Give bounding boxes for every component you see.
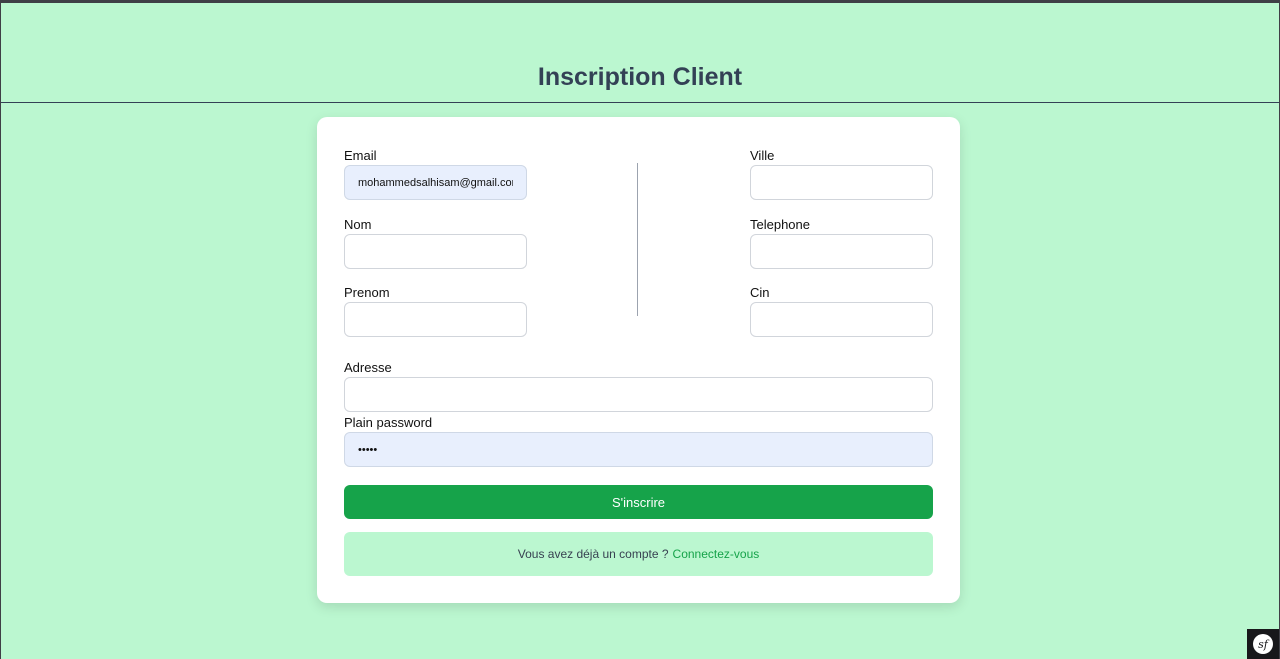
email-input[interactable] (344, 165, 527, 200)
nom-field-group: Nom (344, 216, 527, 269)
password-input[interactable] (344, 432, 933, 467)
cin-label: Cin (750, 285, 770, 300)
password-field-group: Plain password (344, 414, 933, 467)
email-field-group: Email (344, 147, 527, 200)
adresse-input[interactable] (344, 377, 933, 412)
registration-card: Email Nom Prenom Ville Telephone Cin Adr… (317, 117, 960, 603)
cin-input[interactable] (750, 302, 933, 337)
prenom-label: Prenom (344, 285, 390, 300)
adresse-label: Adresse (344, 360, 392, 375)
register-button[interactable]: S'inscrire (344, 485, 933, 519)
ville-input[interactable] (750, 165, 933, 200)
login-link[interactable]: Connectez-vous (673, 547, 760, 561)
nom-label: Nom (344, 217, 372, 232)
ville-field-group: Ville (750, 147, 933, 200)
telephone-field-group: Telephone (750, 216, 933, 269)
ville-label: Ville (750, 148, 775, 163)
telephone-label: Telephone (750, 217, 810, 232)
login-prompt: Vous avez déjà un compte ? Connectez-vou… (344, 532, 933, 576)
login-prompt-text: Vous avez déjà un compte ? (517, 547, 669, 561)
adresse-field-group: Adresse (344, 359, 933, 412)
cin-field-group: Cin (750, 284, 933, 337)
symfony-toolbar-toggle[interactable]: sf (1247, 629, 1279, 659)
telephone-input[interactable] (750, 234, 933, 269)
password-label: Plain password (344, 415, 433, 430)
prenom-input[interactable] (344, 302, 527, 337)
nom-input[interactable] (344, 234, 527, 269)
page-title: Inscription Client (537, 63, 743, 91)
column-divider (637, 163, 638, 316)
symfony-icon: sf (1253, 634, 1273, 654)
email-label: Email (344, 148, 377, 163)
prenom-field-group: Prenom (344, 284, 527, 337)
header-divider (1, 102, 1279, 103)
